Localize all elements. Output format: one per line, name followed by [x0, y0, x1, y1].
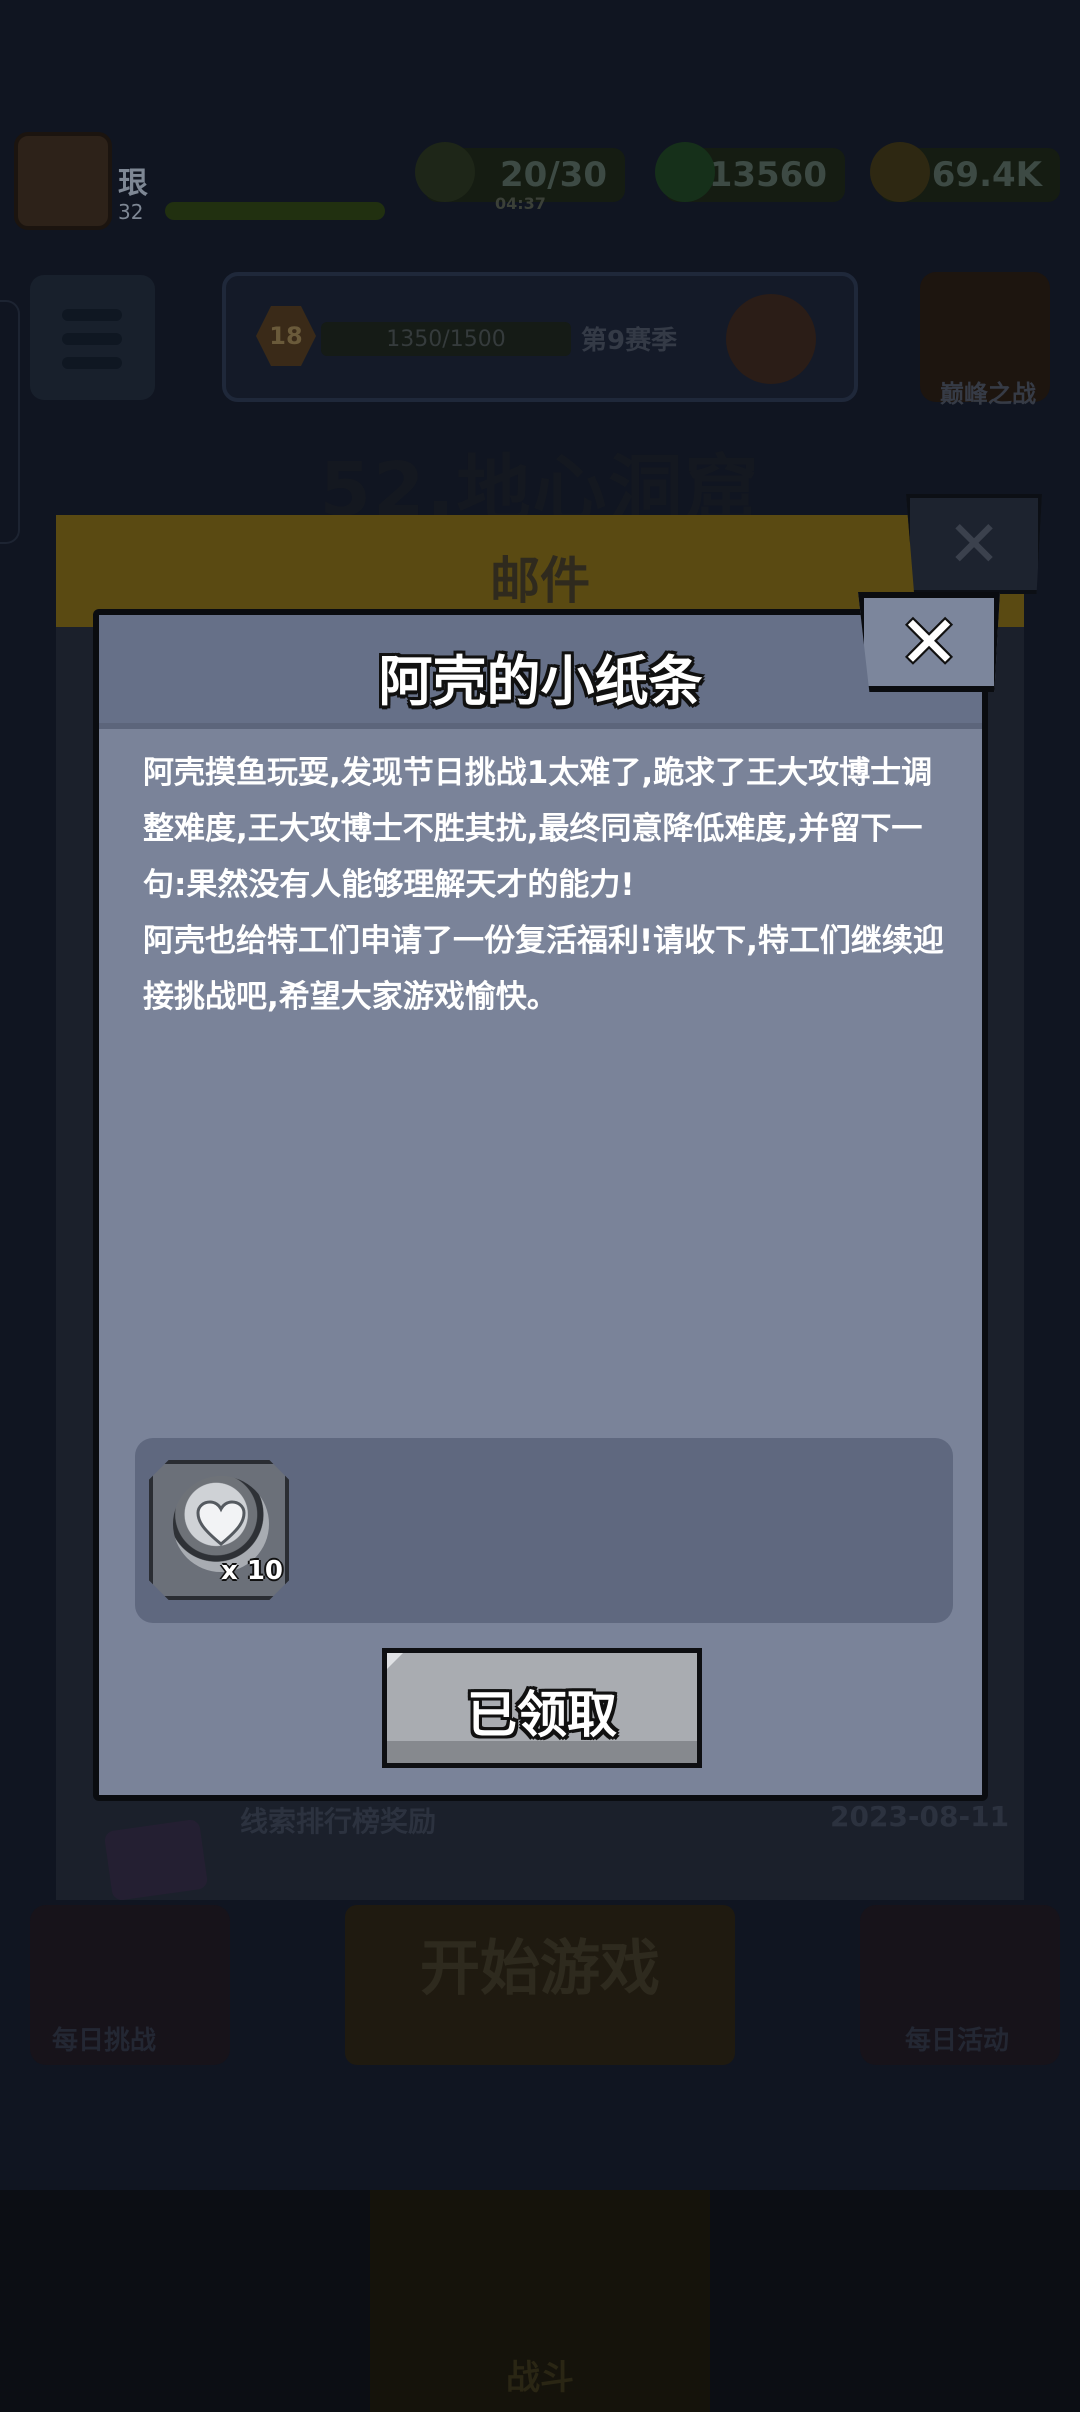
xp-bar	[165, 202, 385, 220]
daily-event-label: 每日活动	[905, 2026, 1010, 2056]
menu-icon-line	[62, 333, 122, 345]
menu-icon	[62, 309, 122, 321]
stamina-timer: 04:37	[495, 194, 546, 213]
rank-progress: 1350/1500	[321, 322, 571, 356]
stamina-counter[interactable]: 20/30 04:37	[415, 142, 625, 213]
coin-counter[interactable]: 69.4K	[870, 142, 1060, 202]
letter-paragraph: 阿壳也给特工们申请了一份复活福利!请收下,特工们继续迎接挑战吧,希望大家游戏愉快…	[143, 923, 944, 1015]
claimed-button[interactable]: 已领取	[382, 1648, 702, 1768]
gem-counter[interactable]: 13560	[655, 142, 845, 202]
letter-paragraph: 阿壳摸鱼玩耍,发现节日挑战1太难了,跪求了王大攻博士调整难度,王大攻博士不胜其扰…	[143, 755, 933, 903]
top-hud: 珢 32 20/30 04:37 13560 69.4K	[0, 120, 1080, 230]
menu-icon-line	[62, 357, 122, 369]
gem-icon	[655, 142, 715, 202]
season-label: 第9赛季	[581, 326, 678, 356]
gift-icon	[103, 1818, 209, 1902]
gem-value: 13560	[708, 155, 827, 195]
mail-row-title: 线索排行榜奖励	[240, 1805, 437, 1838]
menu-button[interactable]	[30, 275, 155, 400]
peak-battle-label: 巅峰之战	[940, 380, 1036, 408]
daily-challenge-label: 每日挑战	[52, 2026, 157, 2056]
letter-close-button[interactable]: ✕	[858, 592, 1000, 692]
reward-item[interactable]: x 10	[149, 1460, 289, 1600]
claimed-label: 已领取	[467, 1686, 617, 1744]
start-game-label: 开始游戏	[420, 1934, 660, 2004]
close-icon: ✕	[947, 508, 1001, 582]
stamina-icon	[415, 142, 475, 202]
reward-box: x 10	[135, 1438, 953, 1623]
player-name: 珢	[118, 166, 148, 201]
letter-title: 阿壳的小纸条	[378, 650, 703, 713]
battle-tab-label: 战斗	[506, 2358, 574, 2398]
heart-icon	[196, 1500, 246, 1546]
season-emblem-icon	[726, 294, 816, 384]
letter-header: 阿壳的小纸条	[99, 615, 982, 729]
letter-body: 阿壳摸鱼玩耍,发现节日挑战1太难了,跪求了王大攻博士调整难度,王大攻博士不胜其扰…	[143, 745, 953, 1025]
stamina-value: 20/30	[499, 155, 607, 195]
letter-dialog: 阿壳的小纸条 阿壳摸鱼玩耍,发现节日挑战1太难了,跪求了王大攻博士调整难度,王大…	[93, 609, 988, 1801]
reward-count: x 10	[221, 1556, 284, 1586]
mail-close-button[interactable]: ✕	[906, 494, 1042, 594]
coin-icon	[870, 142, 930, 202]
season-rank-bar[interactable]: 18 1350/1500 第9赛季	[222, 272, 858, 402]
close-icon: ✕	[898, 600, 960, 684]
rank-badge: 18	[256, 306, 316, 366]
player-avatar[interactable]	[14, 132, 112, 230]
mail-row-date: 2023-08-11	[830, 1800, 1010, 1833]
player-level: 32	[118, 200, 144, 224]
button-highlight	[387, 1653, 403, 1669]
coin-value: 69.4K	[931, 155, 1042, 195]
